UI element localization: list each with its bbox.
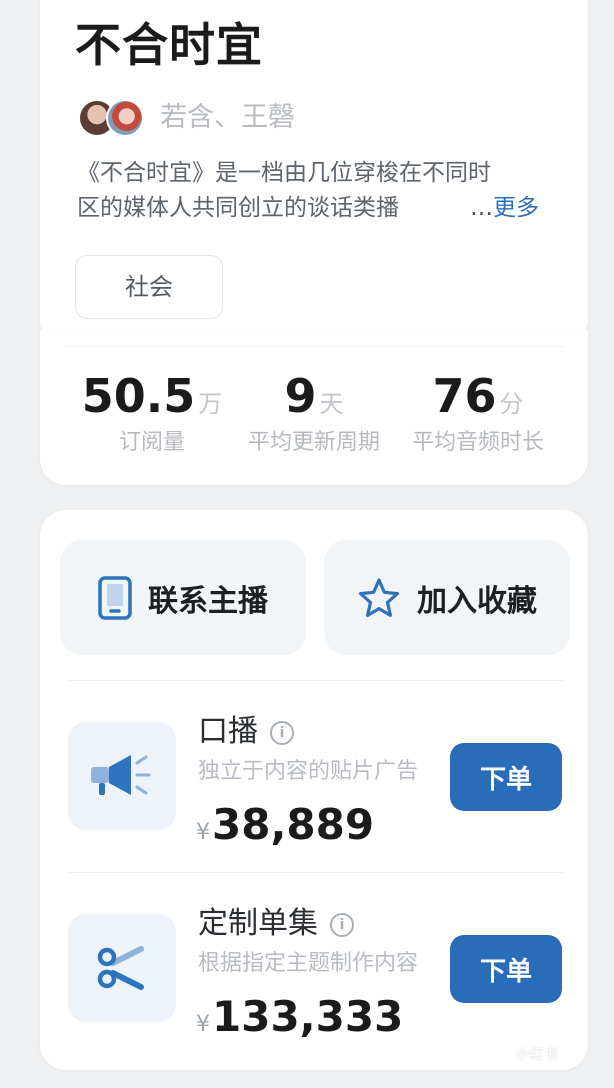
stat-unit: 天 [319,390,344,418]
stat-label: 平均更新周期 [247,430,380,455]
more-link[interactable]: …更多 [470,191,539,226]
watermark: 小红书 [516,1047,558,1063]
order-button[interactable]: 下单 [450,935,562,1003]
add-favorite-label: 加入收藏 [417,583,537,619]
order-button[interactable]: 下单 [450,743,562,811]
podcast-title: 不合时宜 [75,18,263,72]
stat-unit: 万 [198,390,223,418]
contact-host-label: 联系主播 [148,583,268,619]
star-icon [358,577,400,617]
megaphone-icon [91,755,151,795]
stat-value: 9 [284,369,317,423]
description-line: 《不合时宜》是一档由几位穿梭在不同时 [77,160,491,186]
service-subtitle: 根据指定主题制作内容 [198,951,419,976]
stat-label: 订阅量 [118,430,185,455]
ellipsis: … [470,195,493,221]
service-icon-box [68,914,176,1022]
service-title-text: 定制单集 [198,906,318,941]
avatar[interactable] [106,99,144,137]
service-icon-box [68,722,176,830]
info-icon[interactable]: i [270,721,294,745]
divider [68,680,564,681]
contact-host-button[interactable]: 联系主播 [60,540,306,655]
more-label[interactable]: 更多 [493,195,539,221]
author-avatars[interactable] [78,99,148,139]
scissors-icon [97,946,144,990]
currency-symbol: ¥ [196,820,210,845]
stat-label: 平均音频时长 [411,430,544,455]
currency-symbol: ¥ [196,1012,210,1037]
stat-unit: 分 [499,390,524,418]
service-price: ¥133,333 [196,992,403,1051]
service-title-text: 口播 [198,714,258,749]
stat-value: 76 [432,369,497,423]
service-title: 定制单集 i [198,904,354,944]
service-price: ¥38,889 [196,800,374,859]
stat-audio-length: 76 分 平均音频时长 [398,368,558,460]
info-icon[interactable]: i [330,913,354,937]
price-value: 38,889 [212,800,375,849]
stat-update-cycle: 9天 平均更新周期 [234,368,394,460]
author-names[interactable]: 若含、王磬 [160,98,295,138]
divider [68,872,564,873]
service-subtitle: 独立于内容的贴片广告 [198,759,419,784]
service-title: 口播 i [198,712,294,752]
phone-icon [98,575,132,620]
stat-value: 50.5 [81,369,196,423]
price-value: 133,333 [212,992,404,1041]
add-favorite-button[interactable]: 加入收藏 [324,540,570,655]
category-tag[interactable]: 社会 [75,255,223,319]
stat-subscriptions: 50.5 万 订阅量 [72,368,232,460]
